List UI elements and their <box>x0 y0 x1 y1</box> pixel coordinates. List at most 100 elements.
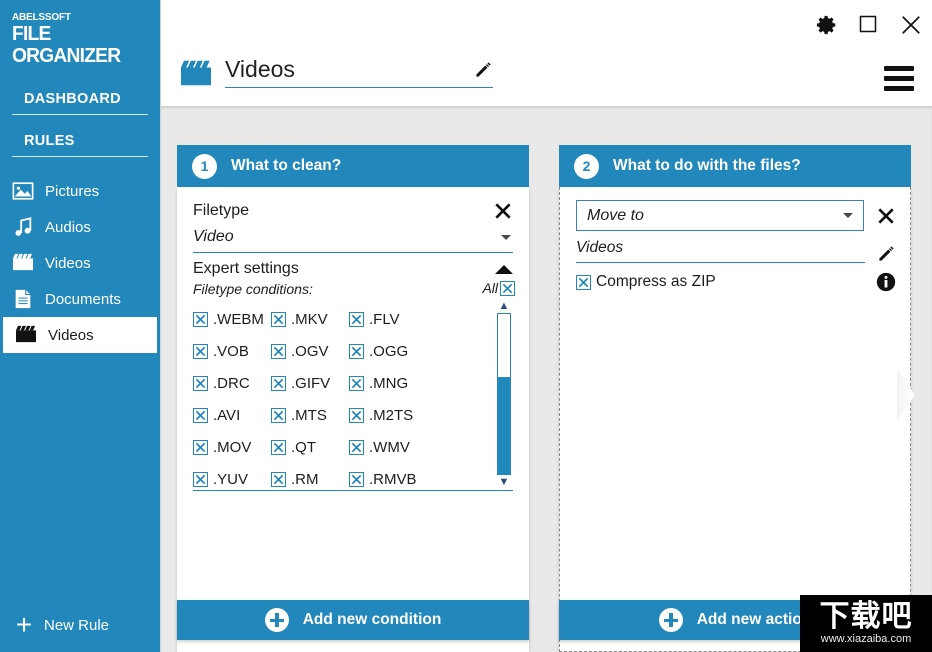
extension-checkbox[interactable] <box>271 471 286 487</box>
video-icon <box>12 252 34 274</box>
plus-circle-icon <box>264 608 289 632</box>
panel-what-to-do: 2 What to do with the files? Move to Vid… <box>559 145 915 652</box>
extension-item[interactable]: .WEBM <box>193 303 271 335</box>
close-icon[interactable] <box>900 14 922 36</box>
extension-checkbox[interactable] <box>349 375 364 391</box>
extension-label: .RM <box>291 470 319 488</box>
expert-settings-toggle[interactable]: Expert settings <box>177 253 529 278</box>
plus-icon: + <box>15 609 33 640</box>
video-icon <box>15 324 37 346</box>
extension-item[interactable]: .FLV <box>349 303 429 335</box>
page-title-field[interactable]: Videos <box>225 56 493 88</box>
scroll-down-icon[interactable]: ▼ <box>499 477 510 488</box>
extension-item[interactable]: .MNG <box>349 367 429 399</box>
add-new-action-label: Add new action <box>696 611 812 628</box>
window-controls <box>816 14 922 36</box>
extension-label: .AVI <box>213 406 241 424</box>
audio-icon <box>12 216 34 238</box>
sidebar-item-videos-selected[interactable]: Videos <box>3 317 157 353</box>
add-new-condition-button[interactable]: Add new condition <box>177 600 529 640</box>
select-all-checkbox[interactable] <box>500 280 515 296</box>
extension-label: .WMV <box>369 438 410 456</box>
extension-item[interactable]: .MOV <box>193 431 271 463</box>
extension-checkbox[interactable] <box>349 343 364 359</box>
extension-item[interactable]: .RMVB <box>349 463 429 495</box>
extension-checkbox[interactable] <box>271 439 286 455</box>
action-select[interactable]: Move to <box>576 200 864 231</box>
chevron-down-icon <box>843 213 853 218</box>
sidebar-heading-dashboard[interactable]: DASHBOARD <box>12 87 148 115</box>
sidebar-item-documents[interactable]: Documents <box>0 281 160 317</box>
extension-checkbox[interactable] <box>193 471 208 487</box>
extension-checkbox[interactable] <box>271 407 286 423</box>
panel1-body: Filetype Video Expert settings Filetype … <box>177 187 529 652</box>
extension-item[interactable]: .MKV <box>271 303 349 335</box>
extension-item[interactable]: .AVI <box>193 399 271 431</box>
extension-item[interactable]: .OGG <box>349 335 429 367</box>
sidebar-item-pictures[interactable]: Pictures <box>0 173 160 209</box>
extension-item[interactable]: .M2TS <box>349 399 429 431</box>
sidebar: ABELSSOFT FILE ORGANIZER DASHBOARD RULES… <box>0 0 160 652</box>
all-label: All <box>482 280 498 296</box>
extension-checkbox[interactable] <box>193 311 208 327</box>
target-folder-field[interactable]: Videos <box>576 239 865 263</box>
extension-item[interactable]: .DRC <box>193 367 271 399</box>
sidebar-item-label: Videos <box>48 326 94 344</box>
close-icon[interactable] <box>493 201 513 221</box>
sidebar-heading-rules[interactable]: RULES <box>12 129 148 157</box>
info-icon[interactable] <box>876 272 896 292</box>
target-folder-value: Videos <box>576 239 624 256</box>
compress-as-zip-checkbox[interactable] <box>576 274 591 290</box>
hamburger-menu-icon[interactable] <box>884 66 914 91</box>
application-window: ABELSSOFT FILE ORGANIZER DASHBOARD RULES… <box>0 0 932 652</box>
new-rule-button[interactable]: + New Rule <box>0 598 160 652</box>
extension-label: .DRC <box>213 374 250 392</box>
extension-item[interactable]: .RM <box>271 463 349 495</box>
pencil-icon[interactable] <box>877 244 896 263</box>
extension-checkbox[interactable] <box>271 311 286 327</box>
close-icon[interactable] <box>876 206 896 226</box>
extension-list-scrollbar[interactable]: ▲ ▼ <box>495 301 513 488</box>
sidebar-item-label: Documents <box>45 290 121 308</box>
extension-checkbox[interactable] <box>193 407 208 423</box>
extension-checkbox[interactable] <box>193 343 208 359</box>
extension-grid: .WEBM .MKV .FLV .VOB .OGV .OGG .DRC .GIF… <box>193 301 513 495</box>
filetype-row: Filetype <box>177 187 529 221</box>
filetype-label: Filetype <box>193 202 250 219</box>
watermark: 下载吧 www.xiazaiba.com <box>800 595 932 652</box>
extension-label: .RMVB <box>369 470 417 488</box>
extension-item[interactable]: .YUV <box>193 463 271 495</box>
extension-item[interactable]: .VOB <box>193 335 271 367</box>
extension-checkbox[interactable] <box>349 311 364 327</box>
extension-checkbox[interactable] <box>193 439 208 455</box>
compress-row: Compress as ZIP <box>560 263 910 292</box>
settings-gear-icon[interactable] <box>816 14 838 36</box>
filetype-select[interactable]: Video <box>193 228 513 253</box>
step-number: 1 <box>192 153 217 179</box>
extension-item[interactable]: .OGV <box>271 335 349 367</box>
extension-checkbox[interactable] <box>349 439 364 455</box>
compress-checkbox-row[interactable]: Compress as ZIP <box>576 273 716 291</box>
extension-item[interactable]: .QT <box>271 431 349 463</box>
extension-item[interactable]: .GIFV <box>271 367 349 399</box>
compress-as-zip-label: Compress as ZIP <box>596 273 716 290</box>
extension-label: .GIFV <box>291 374 331 392</box>
scrollbar-thumb[interactable] <box>497 377 511 474</box>
extension-checkbox[interactable] <box>349 407 364 423</box>
filetype-value: Video <box>193 228 234 245</box>
extension-checkbox[interactable] <box>271 343 286 359</box>
extension-item[interactable]: .WMV <box>349 431 429 463</box>
extension-label: .FLV <box>369 310 400 328</box>
scroll-up-icon[interactable]: ▲ <box>499 301 510 312</box>
extension-checkbox[interactable] <box>271 375 286 391</box>
scrollbar-track[interactable] <box>497 313 511 475</box>
sidebar-item-videos[interactable]: Videos <box>0 245 160 281</box>
extension-checkbox[interactable] <box>193 375 208 391</box>
extension-label: .OGV <box>291 342 329 360</box>
pencil-icon[interactable] <box>474 60 493 79</box>
chevron-up-icon <box>495 264 513 274</box>
sidebar-item-audios[interactable]: Audios <box>0 209 160 245</box>
extension-item[interactable]: .MTS <box>271 399 349 431</box>
extension-checkbox[interactable] <box>349 471 364 487</box>
maximize-icon[interactable] <box>858 14 880 36</box>
